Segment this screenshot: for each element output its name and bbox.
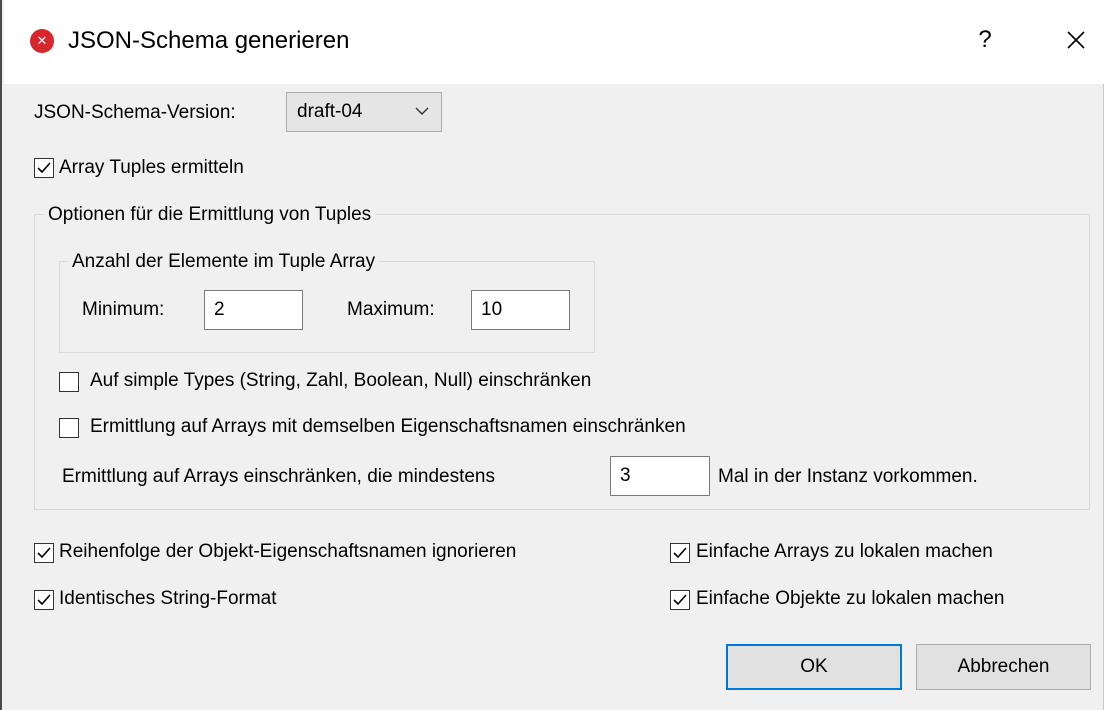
min-occurrence-label-after: Mal in der Instanz vorkommen. xyxy=(718,466,978,487)
app-icon: ✕ xyxy=(30,29,54,53)
simple-types-checkbox[interactable] xyxy=(59,372,79,392)
simple-types-label: Auf simple Types (String, Zahl, Boolean,… xyxy=(90,370,592,391)
simple-objects-local-checkbox[interactable] xyxy=(670,590,690,610)
minimum-input[interactable]: 2 xyxy=(204,290,303,330)
min-occurrence-label-before: Ermittlung auf Arrays einschränken, die … xyxy=(62,466,495,487)
minimum-label: Minimum: xyxy=(82,299,165,320)
checkmark-icon xyxy=(37,547,51,559)
detect-tuples-checkbox[interactable] xyxy=(34,158,54,178)
detect-tuples-label: Array Tuples ermitteln xyxy=(59,157,244,178)
maximum-label: Maximum: xyxy=(347,299,435,320)
checkmark-icon xyxy=(673,594,687,606)
same-property-names-checkbox[interactable] xyxy=(59,418,79,438)
min-occurrence-input[interactable]: 3 xyxy=(610,456,710,496)
simple-arrays-local-label: Einfache Arrays zu lokalen machen xyxy=(696,541,993,562)
maximum-input[interactable]: 10 xyxy=(471,290,570,330)
json-schema-dialog: ✕ JSON-Schema generieren ? JSON-Schema-V… xyxy=(0,0,1104,710)
element-count-legend: Anzahl der Elemente im Tuple Array xyxy=(68,250,380,274)
chevron-down-icon xyxy=(415,107,429,115)
schema-version-label: JSON-Schema-Version: xyxy=(34,102,236,123)
schema-version-select[interactable]: draft-04 xyxy=(286,92,442,132)
tuple-options-legend: Optionen für die Ermittlung von Tuples xyxy=(44,203,376,227)
simple-objects-local-label: Einfache Objekte zu lokalen machen xyxy=(696,588,1005,609)
title-bar: ✕ JSON-Schema generieren ? xyxy=(4,0,1104,84)
checkmark-icon xyxy=(673,547,687,559)
same-property-names-label: Ermittlung auf Arrays mit demselben Eige… xyxy=(90,416,686,437)
simple-arrays-local-checkbox[interactable] xyxy=(670,543,690,563)
checkmark-icon xyxy=(37,594,51,606)
help-button[interactable]: ? xyxy=(968,22,1002,58)
ok-button[interactable]: OK xyxy=(726,644,902,690)
identical-string-format-label: Identisches String-Format xyxy=(59,588,277,609)
dialog-title: JSON-Schema generieren xyxy=(68,27,350,54)
identical-string-format-checkbox[interactable] xyxy=(34,590,54,610)
schema-version-value: draft-04 xyxy=(297,101,363,122)
ignore-order-checkbox[interactable] xyxy=(34,543,54,563)
checkmark-icon xyxy=(37,162,51,174)
close-icon xyxy=(1067,31,1085,49)
close-button[interactable] xyxy=(1056,22,1096,58)
cancel-button[interactable]: Abbrechen xyxy=(916,644,1091,690)
ignore-order-label: Reihenfolge der Objekt-Eigenschaftsnamen… xyxy=(59,541,517,562)
